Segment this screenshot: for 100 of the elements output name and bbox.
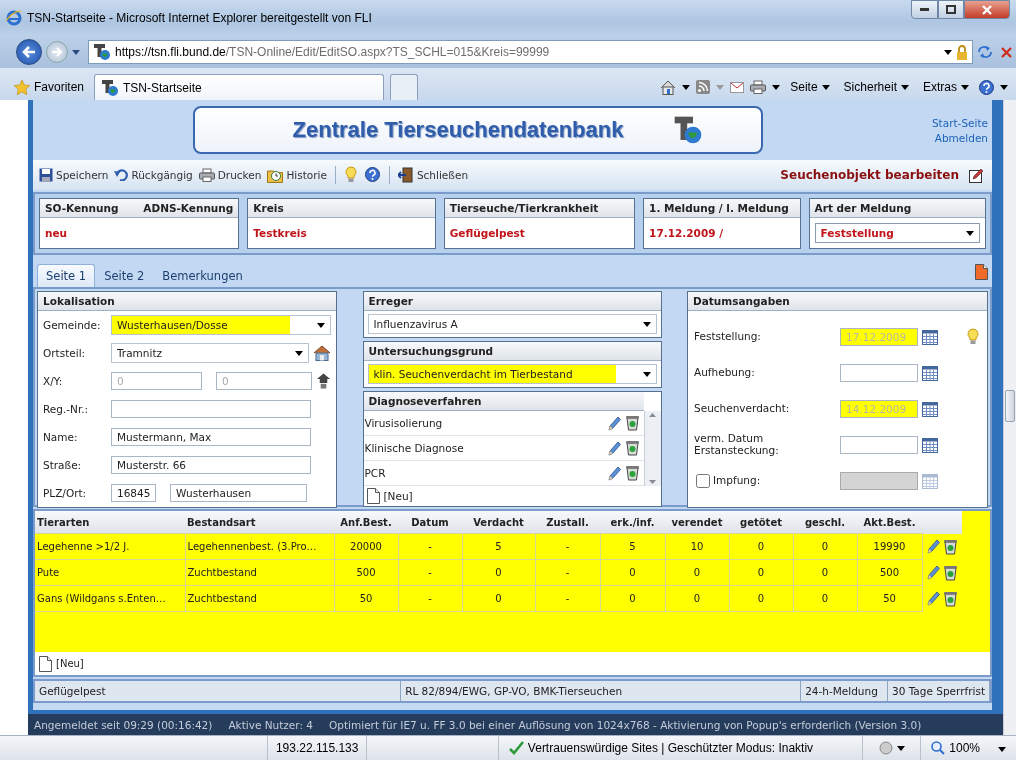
calendar-icon[interactable] (922, 329, 938, 345)
lightbulb-icon[interactable] (344, 165, 357, 183)
house-icon[interactable] (313, 345, 331, 361)
pencil-icon[interactable] (926, 565, 940, 580)
trash-icon[interactable] (624, 465, 640, 481)
document-icon[interactable] (39, 655, 52, 672)
text-field[interactable]: Mustermann, Max (111, 428, 311, 446)
pencil-icon[interactable] (607, 465, 621, 481)
pencil-icon[interactable] (926, 539, 940, 554)
select-field[interactable]: Wusterhausen/Dosse (111, 315, 331, 335)
dropdown-arrow-icon (642, 371, 651, 377)
help-icon[interactable] (979, 79, 994, 95)
checkmark-icon (508, 741, 524, 755)
column-header: Anf.Best. (334, 511, 398, 534)
clock-folder-icon (267, 167, 284, 183)
zoom-button[interactable]: 100% (921, 741, 1016, 755)
table-cell: - (535, 559, 600, 586)
field-value: 17.12.2009 / (648, 226, 724, 241)
pencil-icon[interactable] (607, 415, 621, 431)
table-cell: Legehennenbest. (3.Pro… (185, 533, 334, 560)
help-icon[interactable] (364, 166, 380, 182)
save-button[interactable]: Speichern (37, 164, 111, 186)
nav-link[interactable]: Abmelden (934, 131, 988, 144)
tab[interactable]: Seite 2 (95, 264, 154, 287)
browser-tab[interactable]: TSN-Startseite (94, 74, 385, 100)
field-label: X/Y: (43, 375, 64, 387)
dropdown-arrow-icon (1000, 84, 1008, 90)
select-field[interactable]: Feststellung (814, 223, 980, 243)
field-value: neu (44, 226, 69, 241)
column-header: Zustall. (535, 511, 600, 534)
list-item[interactable]: Virusisolierung (364, 417, 608, 429)
trash-icon[interactable] (942, 590, 958, 607)
table-cell: 500 (857, 559, 922, 586)
table-cell: 0 (462, 559, 535, 586)
status-text: Angemeldet seit 09:29 (00:16:42) (34, 718, 213, 731)
print-button[interactable]: Drucken (196, 164, 264, 186)
magnifier-icon (931, 741, 946, 755)
calendar-icon[interactable] (922, 365, 938, 381)
feed-icon[interactable] (696, 80, 711, 94)
trash-icon[interactable] (942, 538, 958, 555)
text-field[interactable]: Musterstr. 66 (111, 456, 311, 474)
tab[interactable]: Seite 1 (37, 264, 96, 287)
scrollbar-thumb[interactable] (1005, 390, 1015, 422)
address-field[interactable]: https://tsn.fli.bund.de/TSN-Online/Edit/EditSO.aspx?TS_SCHL=015&Kreis=99999 (88, 40, 973, 64)
select-field[interactable]: klin. Seuchenverdacht im Tierbestand (367, 364, 657, 384)
refresh-icon[interactable] (977, 45, 993, 59)
history-button[interactable]: Historie (265, 164, 329, 186)
table-cell: - (535, 533, 600, 560)
stop-icon[interactable] (1001, 46, 1012, 58)
scroll-up-icon[interactable] (649, 413, 656, 417)
dropdown-arrow-icon (966, 230, 974, 236)
close-button[interactable]: Schließen (395, 164, 471, 186)
banner-title: Zentrale Tierseuchendatenbank (292, 117, 624, 143)
favorites-button[interactable]: Favoriten (10, 74, 89, 100)
menu-button[interactable]: Seite (786, 74, 834, 100)
trash-icon[interactable] (942, 564, 958, 581)
tab[interactable]: Bemerkungen (153, 264, 252, 287)
table-cell: - (398, 533, 462, 560)
document-icon[interactable] (366, 488, 380, 504)
undo-button[interactable]: Rückgängig (112, 164, 195, 186)
table-cell: 50 (857, 585, 922, 612)
calendar-icon[interactable] (922, 401, 938, 417)
calendar-icon[interactable] (922, 437, 938, 453)
back-button[interactable] (16, 39, 42, 65)
select-field[interactable]: Influenzavirus A (367, 314, 657, 334)
pencil-icon[interactable] (926, 591, 940, 606)
pencil-icon[interactable] (607, 440, 621, 456)
minimize-icon (920, 8, 929, 11)
pdf-document-icon[interactable] (975, 263, 988, 280)
minimize-button[interactable] (911, 0, 938, 19)
close-button[interactable] (964, 0, 1010, 19)
menu-button[interactable]: Sicherheit (839, 74, 913, 100)
mail-icon[interactable] (730, 81, 745, 93)
new-link[interactable]: [Neu] (56, 658, 84, 669)
lightbulb-icon[interactable] (967, 327, 979, 345)
trash-icon[interactable] (624, 440, 640, 456)
table-cell: Gans (Wildgans s.Enten… (35, 585, 185, 612)
text-field[interactable] (111, 400, 311, 418)
table-cell: 5 (462, 533, 535, 560)
nav-link[interactable]: Start-Seite (931, 116, 988, 129)
table-cell: 5 (600, 533, 665, 560)
new-link[interactable]: [Neu] (383, 490, 413, 502)
text-field[interactable]: 16845 (111, 484, 156, 502)
info-cell: 24-h-Meldung (801, 681, 888, 701)
list-item[interactable]: PCR (364, 467, 608, 479)
date-field[interactable] (840, 364, 918, 382)
maximize-icon (946, 5, 956, 14)
panel-title: Untersuchungsgrund (363, 342, 661, 361)
trash-icon[interactable] (624, 415, 640, 431)
maximize-button[interactable] (938, 0, 964, 19)
page-heading: Seuchenobjekt bearbeiten (780, 168, 959, 182)
panel-title: Lokalisation (38, 292, 336, 311)
menu-button[interactable]: Extras (919, 74, 973, 100)
select-field[interactable]: Tramnitz (111, 343, 309, 363)
text-field[interactable]: Wusterhausen (170, 484, 307, 502)
list-item[interactable]: Klinische Diagnose (364, 442, 608, 454)
scroll-down-icon[interactable] (649, 480, 656, 484)
edit-form-icon[interactable] (969, 167, 984, 183)
date-field[interactable] (840, 436, 918, 454)
home-icon[interactable] (660, 79, 677, 95)
